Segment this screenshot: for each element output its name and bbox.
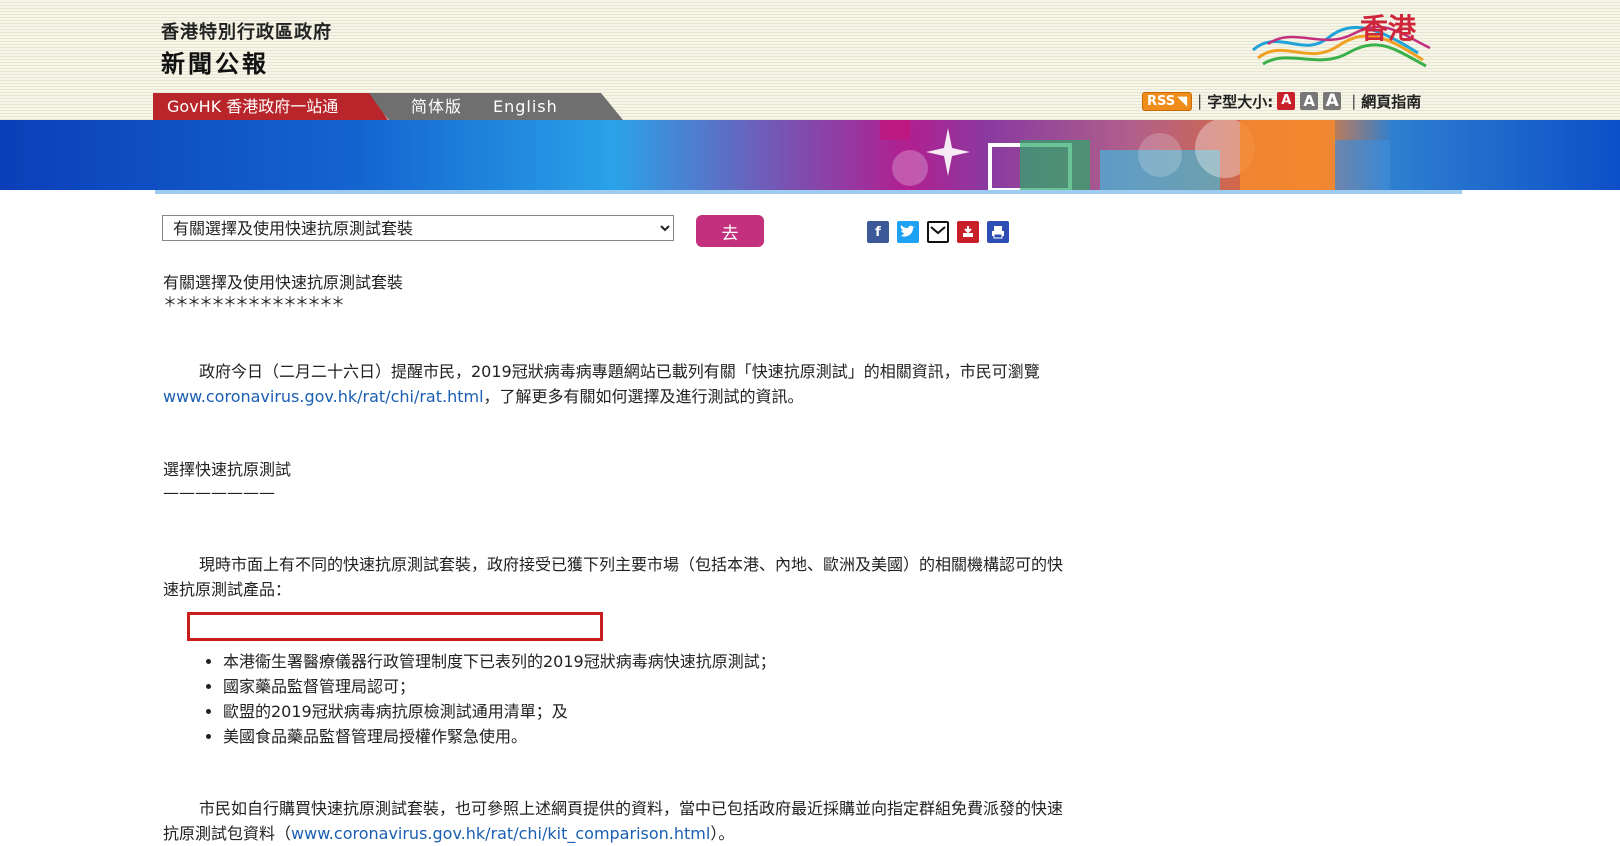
list-item: 國家藥品監督管理局認可； bbox=[223, 674, 1063, 699]
decorative-banner bbox=[0, 120, 1620, 190]
email-icon[interactable] bbox=[927, 221, 949, 243]
list-item: 美國食品藥品監督管理局授權作緊急使用。 bbox=[223, 724, 1063, 749]
paragraph-3-tail: ）。 bbox=[710, 824, 735, 843]
section-title: 選擇快速抗原測試 bbox=[163, 460, 292, 479]
tab-english[interactable]: English bbox=[493, 93, 558, 120]
site-header: 香港特別行政區政府 新聞公報 GovHK 香港政府一站通 简体版 English… bbox=[0, 0, 1620, 120]
font-size-large-button[interactable]: A bbox=[1323, 92, 1342, 110]
paragraph-1: 政府今日（二月二十六日）提醒市民，2019冠狀病毒病專題網站已載列有關「快速抗原… bbox=[163, 359, 1063, 409]
rss-button[interactable]: RSS ◥ bbox=[1142, 91, 1193, 111]
go-button[interactable]: 去 bbox=[696, 215, 764, 247]
list-item: 歐盟的2019冠狀病毒病抗原檢測試通用清單；及 bbox=[223, 699, 1063, 724]
accepted-markets-list: 本港衞生署醫療儀器行政管理制度下已表列的2019冠狀病毒病快速抗原測試； 國家藥… bbox=[163, 649, 1063, 749]
font-size-medium-button[interactable]: A bbox=[1300, 92, 1319, 110]
rss-label: RSS bbox=[1147, 93, 1176, 109]
site-title: 新聞公報 bbox=[161, 50, 269, 78]
font-size-label: 字型大小: bbox=[1207, 92, 1274, 111]
list-item: 本港衞生署醫療儀器行政管理制度下已表列的2019冠狀病毒病快速抗原測試； bbox=[223, 649, 1063, 674]
download-icon[interactable] bbox=[957, 221, 979, 243]
paragraph-1-tail: ，了解更多有關如何選擇及進行測試的資訊。 bbox=[483, 387, 804, 406]
twitter-icon[interactable] bbox=[897, 221, 919, 243]
press-release-body: 有關選擇及使用快速抗原測試套裝 ＊＊＊＊＊＊＊＊＊＊＊＊＊＊＊ 政府今日（二月二… bbox=[163, 270, 1063, 846]
site-guide-link[interactable]: 網頁指南 bbox=[1361, 91, 1421, 112]
banner-art-icon bbox=[880, 120, 1390, 190]
dragon-logo-icon: 香港 bbox=[1252, 12, 1431, 68]
government-name: 香港特別行政區政府 bbox=[161, 22, 332, 43]
article-separator: ＊＊＊＊＊＊＊＊＊＊＊＊＊＊＊ bbox=[163, 295, 345, 311]
facebook-icon[interactable]: f bbox=[867, 221, 889, 243]
rat-info-link[interactable]: www.coronavirus.gov.hk/rat/chi/rat.html bbox=[163, 387, 484, 406]
highlight-annotation bbox=[187, 612, 603, 641]
banner-underline bbox=[155, 190, 1462, 194]
tab-simplified-chinese[interactable]: 简体版 bbox=[411, 93, 462, 120]
logo-text: 香港 bbox=[1360, 12, 1417, 45]
divider: | bbox=[1197, 92, 1203, 110]
brand-hong-kong-logo[interactable]: 香港 bbox=[1248, 8, 1438, 78]
paragraph-2: 現時市面上有不同的快速抗原測試套裝，政府接受已獲下列主要市場（包括本港、內地、歐… bbox=[163, 555, 1064, 599]
paragraph-3: 市民如自行購買快速抗原測試套裝，也可參照上述網頁提供的資料，當中已包括政府最近採… bbox=[163, 796, 1063, 846]
topic-select[interactable]: 有關選擇及使用快速抗原測試套裝 bbox=[162, 215, 674, 241]
tab-govhk[interactable]: GovHK 香港政府一站通 bbox=[153, 93, 388, 120]
section-rule: ——————— bbox=[163, 483, 275, 502]
print-icon[interactable] bbox=[987, 221, 1009, 243]
paragraph-1-text: 政府今日（二月二十六日）提醒市民，2019冠狀病毒病專題網站已載列有關「快速抗原… bbox=[199, 362, 1040, 381]
share-bar: f bbox=[867, 221, 1017, 243]
kit-comparison-link[interactable]: www.coronavirus.gov.hk/rat/chi/kit_compa… bbox=[291, 824, 710, 843]
divider: | bbox=[1351, 92, 1357, 110]
font-size-small-button[interactable]: A bbox=[1277, 92, 1296, 110]
rss-icon: ◥ bbox=[1177, 93, 1188, 109]
utility-bar: RSS ◥ | 字型大小: A A A | 網頁指南 bbox=[1142, 90, 1421, 112]
